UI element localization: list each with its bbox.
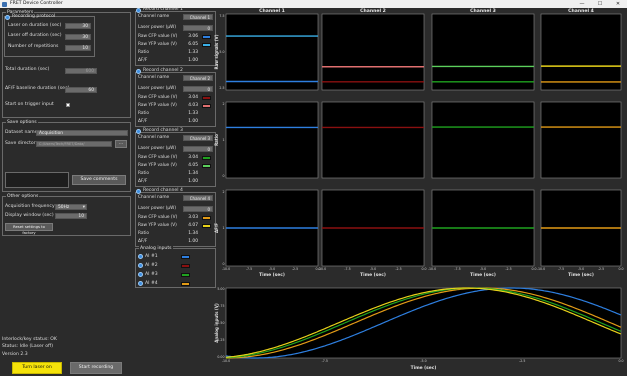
x-axis-label: Time (sec): [470, 272, 496, 278]
x-tick-label: 0.0: [618, 267, 623, 271]
plot-title: Channel 1: [259, 8, 285, 14]
x-axis-label: Time (sec): [568, 272, 594, 278]
x-tick-label: -7.5: [246, 267, 252, 271]
y-axis-label: ΔF/F: [214, 223, 219, 233]
x-tick-label: -5.0: [370, 267, 376, 271]
x-tick-label: -5.0: [480, 267, 486, 271]
x-axis-label: Time (sec): [259, 272, 285, 278]
plot-title: Channel 3: [470, 8, 496, 14]
x-tick-label: -2.5: [598, 267, 604, 271]
x-tick-label: -10.0: [537, 267, 545, 271]
y-tick-label: 0: [222, 262, 224, 266]
plot-frame: [431, 13, 535, 91]
y-tick-label: 2: [222, 102, 224, 106]
y-tick-label: 5.0: [219, 50, 224, 54]
x-tick-label: -10.0: [318, 267, 326, 271]
x-tick-label: -2.5: [519, 359, 525, 363]
x-tick-label: -7.5: [344, 267, 350, 271]
x-tick-label: 0.0: [531, 267, 536, 271]
x-tick-label: -7.5: [558, 267, 564, 271]
x-axis-label: Time (sec): [411, 365, 437, 371]
y-tick-label: 2: [222, 190, 224, 194]
x-tick-label: -2.5: [395, 267, 401, 271]
x-tick-label: -2.5: [292, 267, 298, 271]
x-tick-label: -5.0: [420, 359, 426, 363]
plot-frame: [321, 13, 425, 91]
y-axis-label: Raw signals (V): [214, 34, 219, 69]
plot-frame: [225, 101, 319, 179]
plot-title: Channel 2: [360, 8, 386, 14]
x-tick-label: -7.5: [454, 267, 460, 271]
plots-area: Channel 1 7.5 5.0 2.5 Raw signals (V) 2 1 0 Rati…: [214, 8, 624, 371]
y-axis-label: Ratio: [214, 134, 219, 146]
x-tick-label: -10.0: [222, 267, 230, 271]
x-tick-label: 0.0: [421, 267, 426, 271]
y-axis-label: Analog inputs (V): [214, 303, 219, 343]
x-tick-label: -2.5: [505, 267, 511, 271]
y-tick-label: 0: [222, 174, 224, 178]
plot-frame: [540, 13, 622, 91]
plot-frame: [431, 101, 535, 179]
x-tick-label: -7.5: [322, 359, 328, 363]
x-tick-label: -5.0: [269, 267, 275, 271]
x-tick-label: -5.0: [578, 267, 584, 271]
x-tick-label: -10.0: [428, 267, 436, 271]
x-tick-label: 0.0: [618, 359, 623, 363]
plot-title: Channel 4: [568, 8, 594, 14]
y-tick-label: 7.5: [219, 14, 224, 18]
x-tick-label: -10.0: [222, 359, 230, 363]
plot-frame: [540, 101, 622, 179]
analog-plot-frame: [225, 287, 622, 359]
plot-frame: [321, 101, 425, 179]
plot-frame: [225, 13, 319, 91]
y-tick-label: 1: [222, 226, 224, 230]
y-tick-label: 2.5: [219, 86, 224, 90]
y-tick-label: 1: [222, 138, 224, 142]
y-tick-label: 5.00: [217, 287, 224, 291]
x-axis-label: Time (sec): [360, 272, 386, 278]
